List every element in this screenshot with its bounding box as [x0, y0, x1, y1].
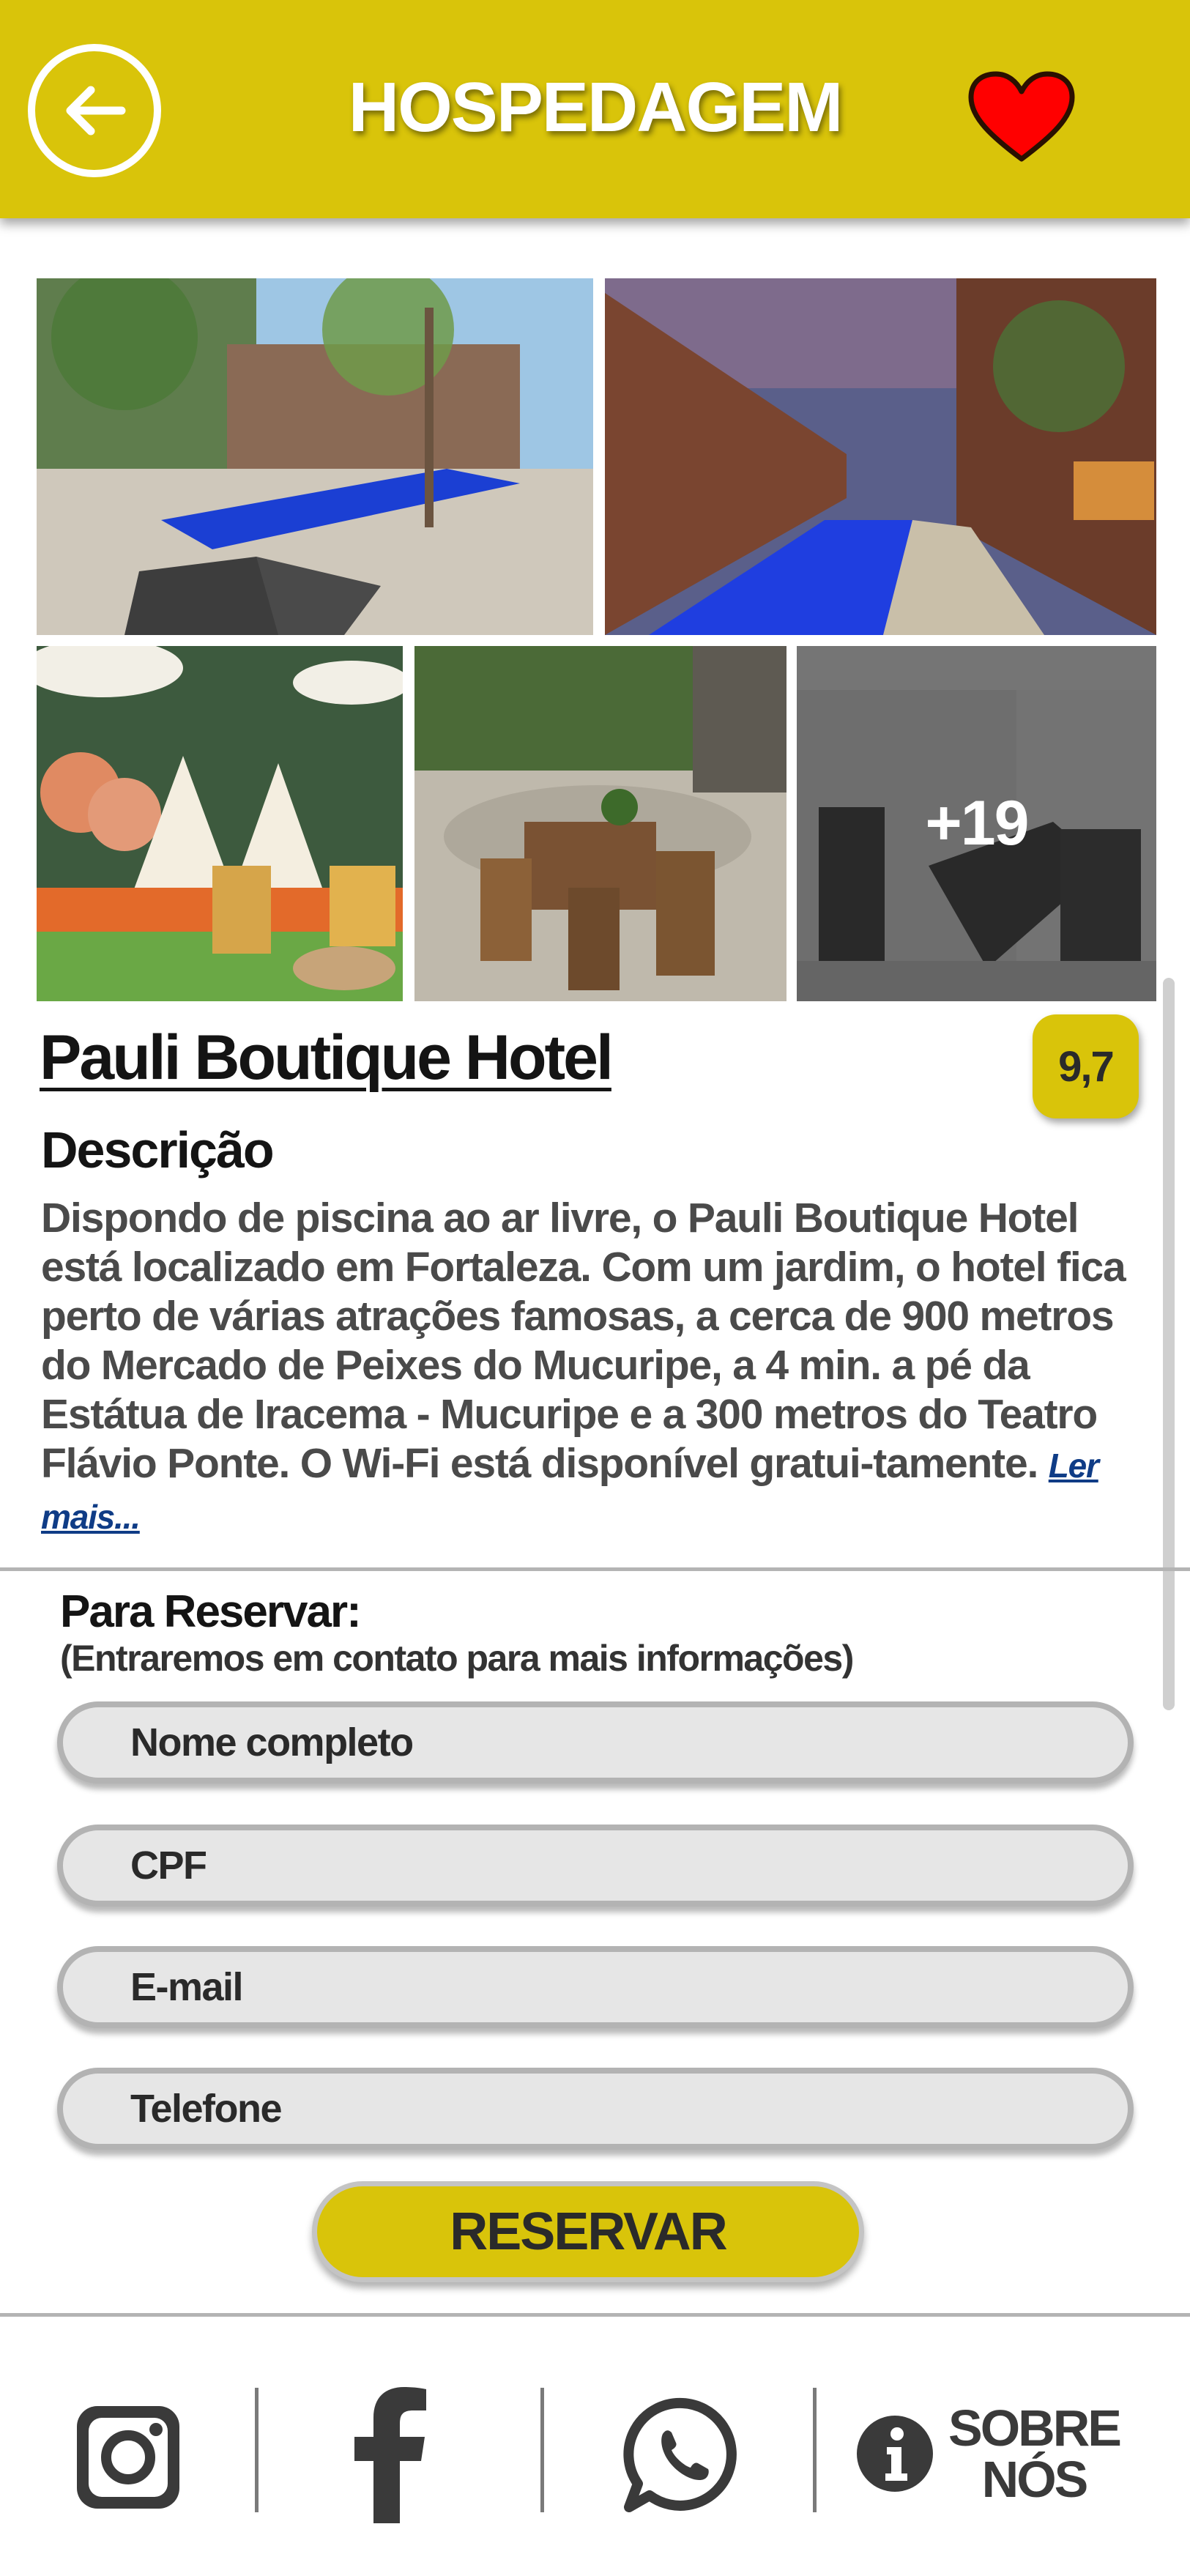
rating-badge: 9,7: [1033, 1014, 1139, 1118]
footer-separator: [813, 2388, 817, 2512]
gallery-photo-kids-playroom[interactable]: [37, 646, 403, 1001]
about-us-label: SOBRE NÓS: [948, 2399, 1122, 2508]
reserve-button[interactable]: RESERVAR: [312, 2181, 864, 2282]
name-input[interactable]: [63, 1707, 1128, 1778]
form-subtitle: (Entraremos em contato para mais informa…: [60, 1638, 854, 1679]
more-photos-count: +19: [925, 788, 1030, 858]
phone-input[interactable]: [63, 2074, 1128, 2144]
scrollbar[interactable]: [1163, 978, 1175, 1710]
divider: [0, 1567, 1190, 1571]
about-us-line1: SOBRE: [948, 2399, 1122, 2457]
whatsapp-icon: [623, 2397, 737, 2512]
instagram-icon: [77, 2406, 179, 2509]
form-title: Para Reservar:: [60, 1586, 362, 1637]
footer-separator: [255, 2388, 259, 2512]
description-title: Descrição: [41, 1121, 275, 1178]
cpf-input[interactable]: [63, 1830, 1128, 1901]
hotel-name[interactable]: Pauli Boutique Hotel: [40, 1022, 614, 1094]
instagram-button[interactable]: [66, 2395, 190, 2520]
facebook-icon: [354, 2387, 426, 2523]
favorite-button[interactable]: [967, 70, 1076, 165]
facebook-button[interactable]: [337, 2384, 447, 2523]
phone-field[interactable]: [57, 2068, 1134, 2150]
gallery-photo-gym[interactable]: +19: [797, 646, 1156, 1001]
gallery-photo-garden-dining[interactable]: [414, 646, 786, 1001]
description-body: Dispondo de piscina ao ar livre, o Pauli…: [41, 1195, 1126, 1487]
footer-separator: [540, 2388, 544, 2512]
heart-icon: [968, 71, 1075, 162]
footer-divider: [0, 2313, 1190, 2317]
app-header: HOSPEDAGEM: [0, 0, 1190, 218]
whatsapp-button[interactable]: [617, 2389, 748, 2521]
cpf-field[interactable]: [57, 1825, 1134, 1907]
about-us-line2: NÓS: [981, 2451, 1089, 2508]
more-photos-overlay[interactable]: +19: [797, 646, 1156, 1001]
about-us-button[interactable]: SOBRE NÓS: [841, 2391, 1134, 2516]
description-text: Dispondo de piscina ao ar livre, o Pauli…: [41, 1194, 1132, 1542]
name-field[interactable]: [57, 1701, 1134, 1783]
gallery-photo-pool-courtyard[interactable]: [37, 278, 593, 635]
email-field[interactable]: [57, 1946, 1134, 2028]
gallery-photo-pool-dusk[interactable]: [605, 278, 1156, 635]
email-input[interactable]: [63, 1952, 1128, 2022]
info-icon: [857, 2416, 934, 2492]
